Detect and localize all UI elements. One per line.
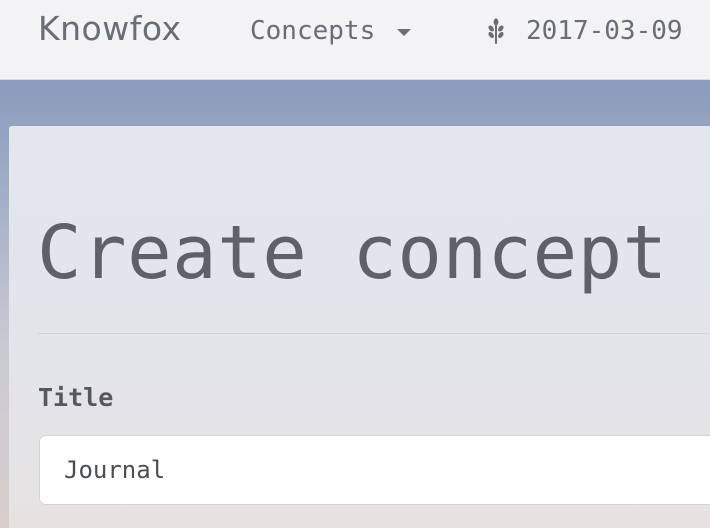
title-field-label: Title [38,383,114,412]
grain-icon [486,18,506,44]
create-concept-panel: Create concept Title [9,126,710,528]
caret-down-icon [397,29,412,36]
concepts-dropdown-label: Concepts [250,16,376,46]
brand-logo-link[interactable]: Knowfox [38,9,182,48]
date-link[interactable]: 2017-03-09 [486,14,683,48]
date-label: 2017-03-09 [526,16,683,46]
title-input[interactable] [39,435,710,505]
title-divider [38,333,710,334]
concepts-dropdown[interactable]: Concepts [250,14,412,48]
top-navbar: Knowfox Concepts 2017-03-09 [0,0,710,80]
page-title: Create concept [37,210,668,296]
